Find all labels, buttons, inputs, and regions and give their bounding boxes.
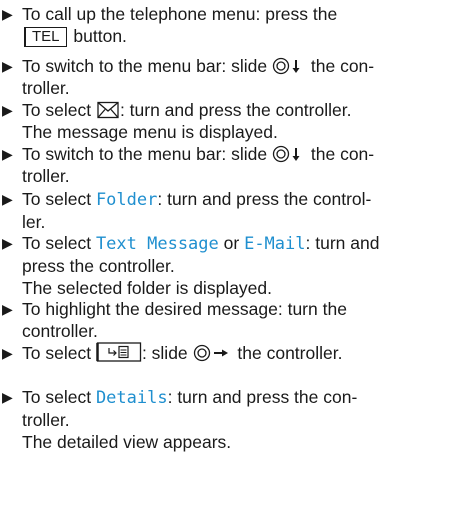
controller-slide-right-icon bbox=[193, 344, 228, 362]
menu-item-details: Details bbox=[95, 388, 168, 408]
step-3-result: The message menu is displayed. bbox=[22, 122, 278, 142]
bullet-icon: ▶ bbox=[2, 235, 13, 251]
step-7-line1: To highlight the desired message: turn t… bbox=[22, 299, 347, 319]
step-3-text: To select bbox=[22, 100, 92, 120]
step-4-end: the con- bbox=[310, 144, 375, 164]
step-2-line2: troller. bbox=[22, 78, 70, 98]
step-8-end: the controller. bbox=[237, 343, 343, 363]
menu-item-folder: Folder bbox=[95, 190, 158, 210]
step-7: ▶ To highlight the desired message: turn… bbox=[0, 298, 465, 342]
step-1: ▶ To call up the telephone menu: press t… bbox=[0, 3, 465, 47]
bullet-icon: ▶ bbox=[2, 301, 13, 317]
step-5-end: : turn and press the control- bbox=[157, 189, 372, 209]
step-5: ▶ To select Folder: turn and press the c… bbox=[0, 188, 465, 233]
step-1-end: button. bbox=[73, 26, 127, 46]
tel-key: TEL bbox=[24, 27, 67, 47]
step-5-text: To select bbox=[22, 189, 92, 209]
step-6-line2: press the controller. bbox=[22, 256, 175, 276]
step-9-text: To select bbox=[22, 387, 92, 407]
step-4: ▶ To switch to the menu bar: slide the c… bbox=[0, 143, 465, 187]
step-9-result: The detailed view appears. bbox=[22, 432, 232, 452]
step-2-end: the con- bbox=[310, 56, 375, 76]
step-2: ▶ To switch to the menu bar: slide the c… bbox=[0, 55, 465, 99]
step-9-line2: troller. bbox=[22, 410, 70, 430]
details-key-icon bbox=[96, 342, 142, 362]
menu-item-email: E-Mail bbox=[244, 234, 306, 254]
controller-slide-down-icon bbox=[272, 57, 300, 75]
bullet-icon: ▶ bbox=[2, 58, 13, 74]
step-6-result: The selected folder is displayed. bbox=[22, 278, 272, 298]
step-9-end: : turn and press the con- bbox=[167, 387, 358, 407]
controller-slide-down-icon bbox=[272, 145, 300, 163]
step-8-text: To select bbox=[22, 343, 92, 363]
step-2-text: To switch to the menu bar: slide bbox=[22, 56, 268, 76]
bullet-icon: ▶ bbox=[2, 102, 13, 118]
step-5-line2: ler. bbox=[22, 212, 46, 232]
bullet-icon: ▶ bbox=[2, 191, 13, 207]
bullet-icon: ▶ bbox=[2, 345, 13, 361]
bullet-icon: ▶ bbox=[2, 6, 13, 22]
bullet-icon: ▶ bbox=[2, 146, 13, 162]
step-4-line2: troller. bbox=[22, 166, 70, 186]
step-8-mid: : slide bbox=[141, 343, 188, 363]
step-4-text: To switch to the menu bar: slide bbox=[22, 144, 268, 164]
step-3: ▶ To select : turn and press the control… bbox=[0, 99, 465, 143]
step-8: ▶ To select : slide the controller. bbox=[0, 342, 465, 364]
step-7-line2: controller. bbox=[22, 321, 98, 341]
step-1-text: To call up the telephone menu: press the bbox=[22, 4, 338, 24]
envelope-icon bbox=[97, 101, 119, 119]
bullet-icon: ▶ bbox=[2, 389, 13, 405]
step-6-or: or bbox=[223, 233, 240, 253]
step-6-text: To select bbox=[22, 233, 92, 253]
step-3-end: : turn and press the controller. bbox=[119, 100, 352, 120]
menu-item-text-message: Text Message bbox=[95, 234, 219, 254]
step-9: ▶ To select Details: turn and press the … bbox=[0, 386, 465, 453]
step-6-end: : turn and bbox=[305, 233, 380, 253]
step-6: ▶ To select Text Message or E-Mail: turn… bbox=[0, 232, 465, 299]
